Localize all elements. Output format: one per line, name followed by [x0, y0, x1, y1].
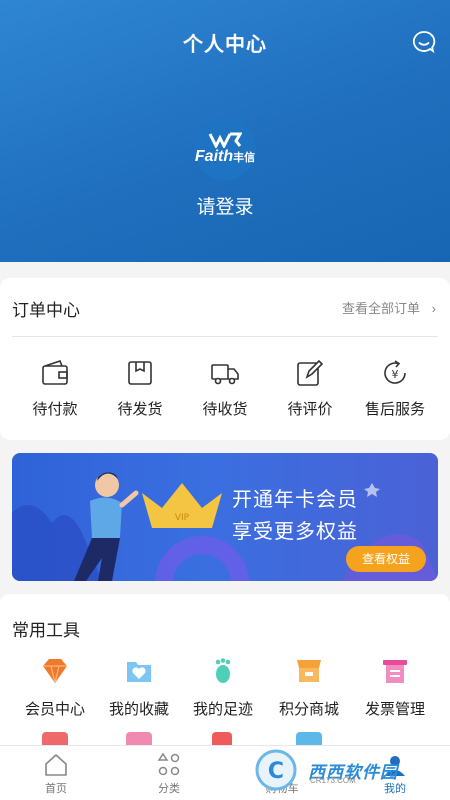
- tool-points-mall[interactable]: 积分商城: [266, 656, 352, 719]
- avatar[interactable]: Faith丰信: [194, 118, 256, 180]
- watermark-logo-icon: C: [255, 749, 297, 791]
- diamond-icon: [43, 659, 67, 684]
- tab-home[interactable]: 首页: [16, 752, 96, 796]
- section-title: 订单中心: [12, 301, 80, 320]
- order-item-pending-review[interactable]: 待评价: [270, 358, 350, 419]
- logo-icon: [208, 132, 242, 148]
- chat-icon[interactable]: [412, 30, 436, 54]
- tab-label: 首页: [45, 783, 67, 795]
- heart-folder-icon: [127, 662, 151, 682]
- home-icon: [45, 754, 67, 776]
- tool-label: 会员中心: [24, 701, 85, 718]
- refund-icon: ¥: [384, 360, 406, 384]
- order-item-label: 待评价: [287, 401, 333, 418]
- logo-text: 丰信: [233, 152, 256, 164]
- page-title: 个人中心: [183, 34, 267, 56]
- view-benefits-button[interactable]: 查看权益: [346, 546, 426, 572]
- order-center: 订单中心 查看全部订单 › 待付款 待发货 待收货 待评价 ¥ 售后服务: [0, 278, 450, 440]
- tool-invoice-management[interactable]: 发票管理: [352, 656, 438, 719]
- vip-banner[interactable]: VIP 开通年卡会员 享受更多权益 查看权益: [12, 453, 438, 581]
- order-item-after-sales[interactable]: ¥ 售后服务: [355, 358, 435, 419]
- tool-member-center[interactable]: 会员中心: [12, 656, 98, 719]
- login-link[interactable]: 请登录: [0, 192, 450, 219]
- order-item-pending-payment[interactable]: 待付款: [15, 358, 95, 419]
- category-icon: [157, 752, 180, 776]
- tool-favorites[interactable]: 我的收藏: [96, 656, 182, 719]
- order-item-label: 待发货: [117, 401, 163, 418]
- vip-badge: VIP: [175, 513, 190, 523]
- profile-header: 个人中心 Faith丰信 请登录: [0, 0, 450, 262]
- footprint-icon: [215, 658, 231, 683]
- banner-title: 开通年卡会员: [232, 489, 358, 511]
- order-item-label: 待收货: [202, 401, 248, 418]
- tab-category[interactable]: 分类: [129, 752, 209, 796]
- tool-label: 发票管理: [364, 701, 425, 718]
- order-item-label: 售后服务: [364, 401, 425, 418]
- logo-mark: Faith: [194, 148, 234, 165]
- svg-text:¥: ¥: [392, 368, 399, 381]
- shop-icon: [297, 660, 321, 682]
- order-item-pending-shipment[interactable]: 待发货: [100, 358, 180, 419]
- invoice-icon: [383, 660, 407, 683]
- order-item-label: 待付款: [32, 401, 78, 418]
- tool-label: 积分商城: [278, 701, 339, 718]
- order-item-pending-receipt[interactable]: 待收货: [185, 358, 265, 419]
- watermark-subtext: CR173.COM: [310, 776, 356, 785]
- tab-label: 分类: [158, 783, 180, 795]
- tool-footprints[interactable]: 我的足迹: [180, 656, 266, 719]
- edit-icon: [297, 359, 324, 386]
- box-icon: [128, 361, 152, 385]
- tool-label: 我的收藏: [108, 701, 169, 718]
- view-all-label: 查看全部订单: [342, 301, 421, 316]
- tool-label: 我的足迹: [192, 701, 253, 718]
- svg-text:C: C: [268, 759, 284, 784]
- banner-subtitle: 享受更多权益: [232, 521, 358, 543]
- truck-icon: [211, 364, 239, 385]
- divider: [12, 336, 438, 337]
- chevron-right-icon: ›: [431, 301, 436, 316]
- wallet-icon: [42, 360, 68, 385]
- section-title: 常用工具: [12, 621, 80, 640]
- watermark: C 西西软件园 CR173.COM: [252, 748, 442, 792]
- view-all-orders-link[interactable]: 查看全部订单 ›: [342, 298, 436, 317]
